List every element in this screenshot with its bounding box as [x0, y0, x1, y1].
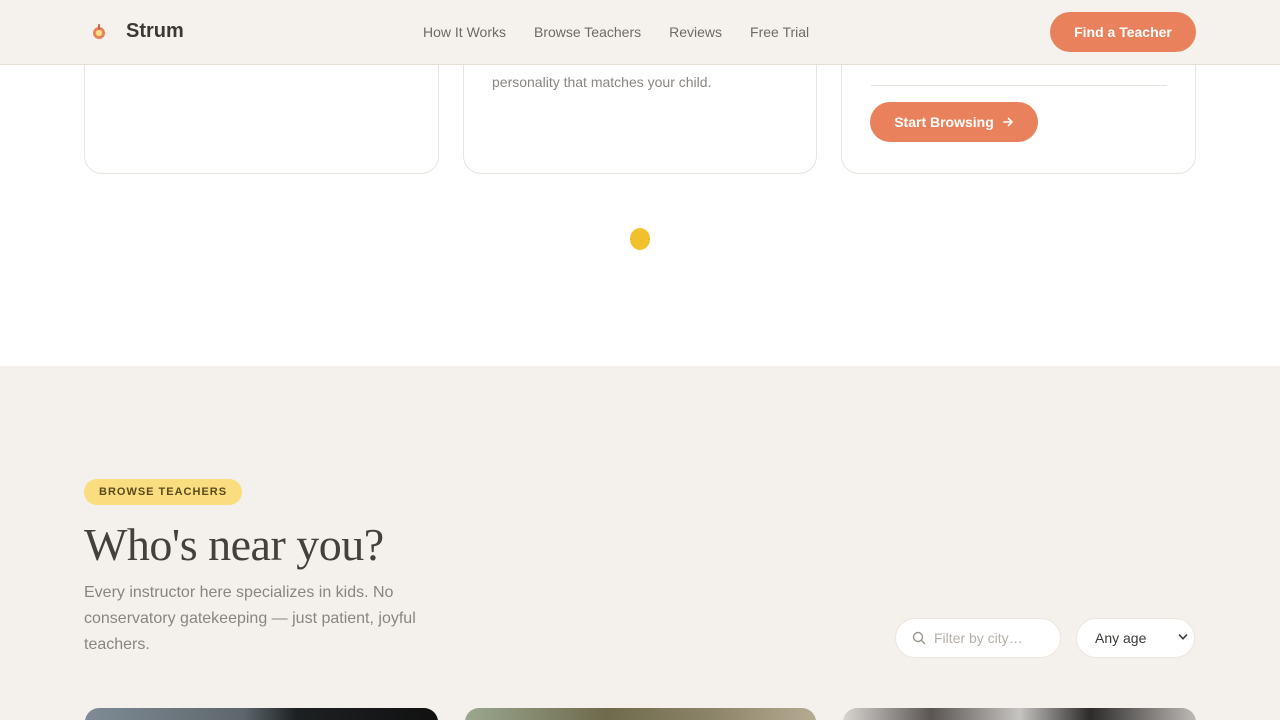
brand-name: Strum [126, 20, 184, 42]
nav-how-it-works[interactable]: How It Works [423, 24, 506, 40]
chevron-down-icon [1178, 634, 1188, 640]
city-filter-input[interactable] [934, 630, 1054, 646]
step-card-text: personality that matches your child. [492, 74, 712, 90]
loading-dot [630, 228, 650, 250]
section-title: Who's near you? [84, 519, 384, 570]
city-filter[interactable] [895, 618, 1061, 658]
section-description: Every instructor here specializes in kid… [84, 584, 416, 653]
nav-reviews[interactable]: Reviews [669, 24, 722, 40]
nav-browse-teachers[interactable]: Browse Teachers [534, 24, 641, 40]
section-badge: BROWSE TEACHERS [84, 479, 243, 505]
teacher-card-photo-2[interactable] [465, 708, 816, 720]
browse-teachers-section: BROWSE TEACHERS Who's near you? Every in… [0, 366, 1280, 720]
brand-logo[interactable]: Strum [90, 20, 184, 43]
teacher-card-photo-1[interactable] [85, 708, 438, 720]
main-nav: How It Works Browse Teachers Reviews Fre… [423, 24, 809, 40]
guitar-logo-icon [93, 23, 105, 39]
start-browsing-button[interactable]: Start Browsing [870, 102, 1038, 142]
card-divider [871, 85, 1167, 86]
start-browsing-label: Start Browsing [894, 114, 994, 130]
arrow-right-icon [1002, 117, 1013, 127]
site-header: Strum How It Works Browse Teachers Revie… [0, 0, 1280, 65]
nav-free-trial[interactable]: Free Trial [750, 24, 809, 40]
find-teacher-button[interactable]: Find a Teacher [1050, 12, 1196, 52]
search-icon [912, 631, 926, 645]
teacher-card-photo-3[interactable] [843, 708, 1196, 720]
